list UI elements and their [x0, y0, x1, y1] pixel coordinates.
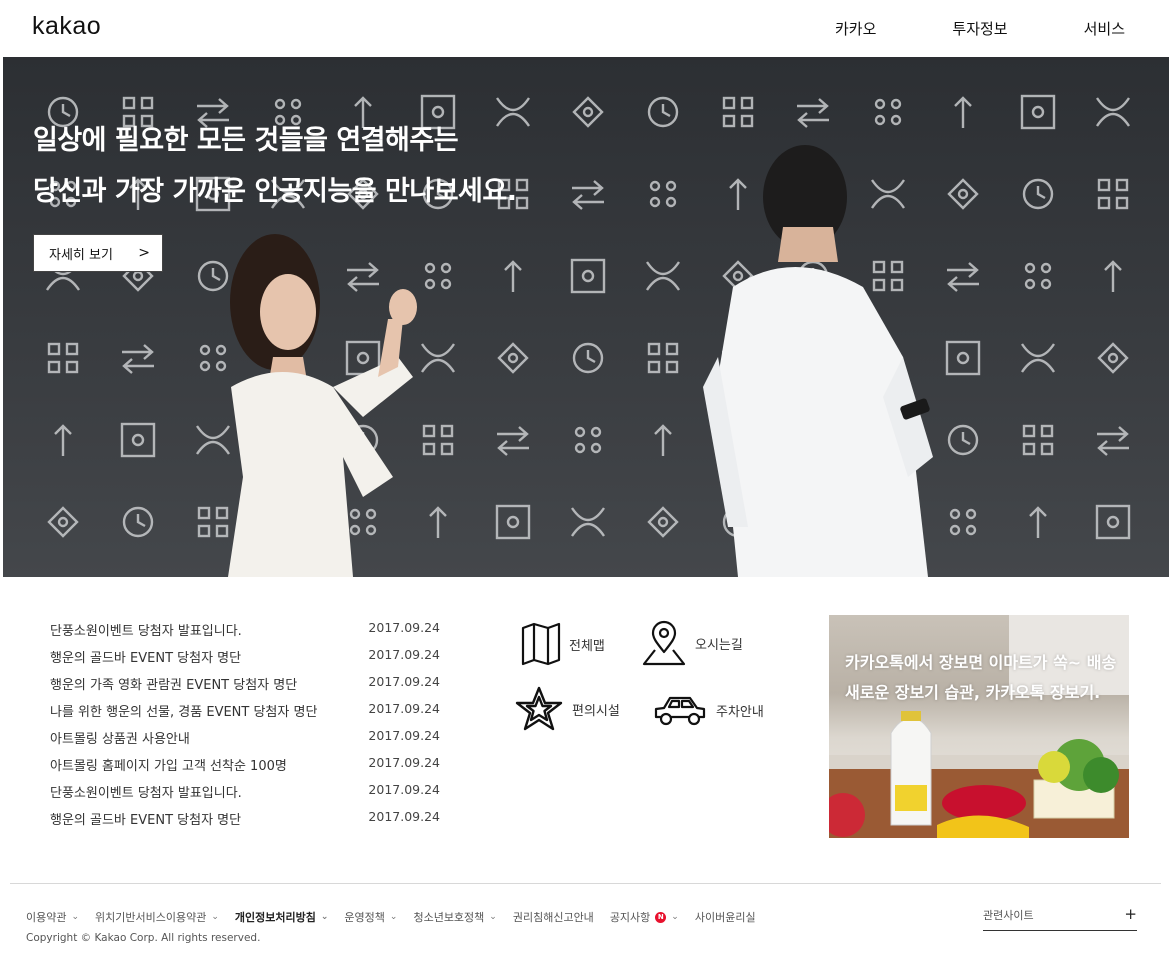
footer-link-label: 권리침해신고안내: [512, 911, 594, 924]
notice-title[interactable]: 행운의 골드바 EVENT 당첨자 명단: [50, 809, 241, 836]
notice-date: 2017.09.24: [368, 620, 440, 635]
new-badge: N: [655, 911, 667, 923]
related-sites-label: 관련사이트: [983, 909, 1034, 922]
promo-banner[interactable]: 카카오톡에서 장보면 이마트가 쏙~ 배송 새로운 장보기 습관, 카카오톡 장…: [829, 615, 1129, 838]
more-button-label: 자세히 보기: [49, 247, 113, 263]
chevron-down-icon: ⌄: [671, 912, 679, 922]
notice-row[interactable]: 아트몰링 홈페이지 가입 고객 선착순 100명 2017.09.24: [50, 755, 440, 782]
notice-date: 2017.09.24: [368, 782, 440, 797]
footer-link-label: 청소년보호정책: [413, 911, 485, 924]
promo-line-1: 카카오톡에서 장보면 이마트가 쏙~ 배송: [845, 653, 1117, 672]
quick-link-map[interactable]: 전체맵: [521, 622, 605, 666]
notice-date: 2017.09.24: [368, 701, 440, 716]
quick-link-facilities[interactable]: 편의시설: [514, 685, 620, 733]
footer-link-label: 이용약관: [26, 911, 67, 924]
chevron-down-icon: ⌄: [320, 912, 329, 922]
notice-date: 2017.09.24: [368, 674, 440, 689]
nav-item-service[interactable]: 서비스: [1084, 18, 1125, 39]
notice-row[interactable]: 단풍소원이벤트 당첨자 발표입니다. 2017.09.24: [50, 782, 440, 809]
nav-item-investor[interactable]: 투자정보: [952, 18, 1007, 39]
quick-link-facilities-label: 편의시설: [572, 703, 620, 719]
footer-nav: 이용약관 ⌄ 위치기반서비스이용약관 ⌄ 개인정보처리방침 ⌄ 운영정책 ⌄ 청소년보호…: [26, 909, 772, 925]
notice-row[interactable]: 행운의 골드바 EVENT 당첨자 명단 2017.09.24: [50, 809, 440, 836]
footer-link-terms[interactable]: 이용약관 ⌄: [26, 909, 79, 925]
chevron-down-icon: ⌄: [71, 912, 80, 922]
footer-link-label: 위치기반서비스이용약관: [95, 911, 207, 924]
hero-title-line-1: 일상에 필요한 모든 것들을 연결해주는: [33, 125, 459, 156]
chevron-down-icon: ⌄: [489, 912, 497, 922]
notice-row[interactable]: 행운의 가족 영화 관람권 EVENT 당첨자 명단 2017.09.24: [50, 674, 440, 701]
quick-link-directions-label: 오시는길: [695, 637, 743, 653]
quick-link-parking-label: 주차안내: [716, 704, 764, 720]
header: kakao 카카오 투자정보 서비스: [0, 0, 1169, 57]
chevron-right-icon: >: [138, 245, 150, 261]
footer-link-label: 공지사항: [609, 911, 651, 924]
notice-title[interactable]: 행운의 골드바 EVENT 당첨자 명단: [50, 647, 241, 674]
quick-links: 전체맵 오시는길 편의시설 주차안내: [512, 615, 802, 745]
footer-link-label: 운영정책: [344, 911, 385, 924]
notice-list: 단풍소원이벤트 당첨자 발표입니다. 2017.09.24 행운의 골드바 EVE…: [50, 620, 440, 836]
notice-row[interactable]: 행운의 골드바 EVENT 당첨자 명단 2017.09.24: [50, 647, 440, 674]
notice-title[interactable]: 아트몰링 홈페이지 가입 고객 선착순 100명: [50, 755, 287, 782]
notice-row[interactable]: 아트몰링 상품권 사용안내 2017.09.24: [50, 728, 440, 755]
notice-title[interactable]: 행운의 가족 영화 관람권 EVENT 당첨자 명단: [50, 674, 297, 701]
location-pin-icon: [642, 620, 686, 666]
notice-row[interactable]: 나를 위한 행운의 선물, 경품 EVENT 당첨자 명단 2017.09.24: [50, 701, 440, 728]
global-nav: 카카오 투자정보 서비스: [835, 18, 1125, 39]
footer-link-privacy[interactable]: 개인정보처리방침 ⌄: [235, 909, 329, 925]
nav-item-kakao[interactable]: 카카오: [835, 18, 876, 39]
notice-title[interactable]: 단풍소원이벤트 당첨자 발표입니다.: [50, 782, 242, 809]
footer-link-youth-policy[interactable]: 청소년보호정책 ⌄: [413, 909, 496, 925]
notice-title[interactable]: 아트몰링 상품권 사용안내: [50, 728, 190, 755]
woman-figure: [228, 234, 417, 577]
car-icon: [654, 696, 706, 726]
plus-icon: +: [1124, 905, 1137, 923]
notice-date: 2017.09.24: [368, 755, 440, 770]
chevron-down-icon: ⌄: [211, 912, 219, 922]
more-button[interactable]: 자세히 보기 >: [33, 234, 163, 272]
footer-link-location-terms[interactable]: 위치기반서비스이용약관 ⌄: [95, 909, 219, 925]
related-sites-select[interactable]: 관련사이트 +: [983, 907, 1137, 931]
notice-title[interactable]: 나를 위한 행운의 선물, 경품 EVENT 당첨자 명단: [50, 701, 317, 728]
copyright: Copyright © Kakao Corp. All rights reser…: [26, 932, 261, 944]
hero-banner: 일상에 필요한 모든 것들을 연결해주는 당신과 가장 가까운 인공지능을 만나…: [3, 57, 1169, 577]
promo-line-2: 새로운 장보기 습관, 카카오톡 장보기.: [845, 683, 1101, 702]
star-icon: [515, 686, 563, 731]
map-icon: [521, 622, 561, 666]
footer-link-label: 개인정보처리방침: [234, 911, 316, 924]
hero-title: 일상에 필요한 모든 것들을 연결해주는 당신과 가장 가까운 인공지능을 만나…: [33, 115, 517, 217]
quick-link-parking[interactable]: 주차안내: [652, 693, 764, 727]
footer-divider: [10, 883, 1161, 884]
quick-link-map-label: 전체맵: [569, 638, 605, 654]
kakao-logo[interactable]: kakao: [32, 12, 101, 41]
chevron-down-icon: ⌄: [389, 912, 398, 922]
footer-link-cyber-ethics[interactable]: 사이버윤리실: [695, 909, 756, 925]
hero-title-line-2: 당신과 가장 가까운 인공지능을 만나보세요.: [33, 176, 517, 207]
footer-link-rights-report[interactable]: 권리침해신고안내: [513, 909, 594, 925]
footer-link-label: 사이버윤리실: [694, 911, 756, 924]
promo-text: 카카오톡에서 장보면 이마트가 쏙~ 배송 새로운 장보기 습관, 카카오톡 장…: [845, 648, 1116, 708]
notice-date: 2017.09.24: [368, 647, 440, 662]
footer-link-notice[interactable]: 공지사항 N ⌄: [610, 909, 679, 925]
quick-link-directions[interactable]: 오시는길: [641, 620, 743, 666]
notice-title[interactable]: 단풍소원이벤트 당첨자 발표입니다.: [50, 620, 242, 647]
footer-link-operation-policy[interactable]: 운영정책 ⌄: [344, 909, 397, 925]
notice-row[interactable]: 단풍소원이벤트 당첨자 발표입니다. 2017.09.24: [50, 620, 440, 647]
notice-date: 2017.09.24: [368, 728, 440, 743]
notice-date: 2017.09.24: [368, 809, 440, 824]
